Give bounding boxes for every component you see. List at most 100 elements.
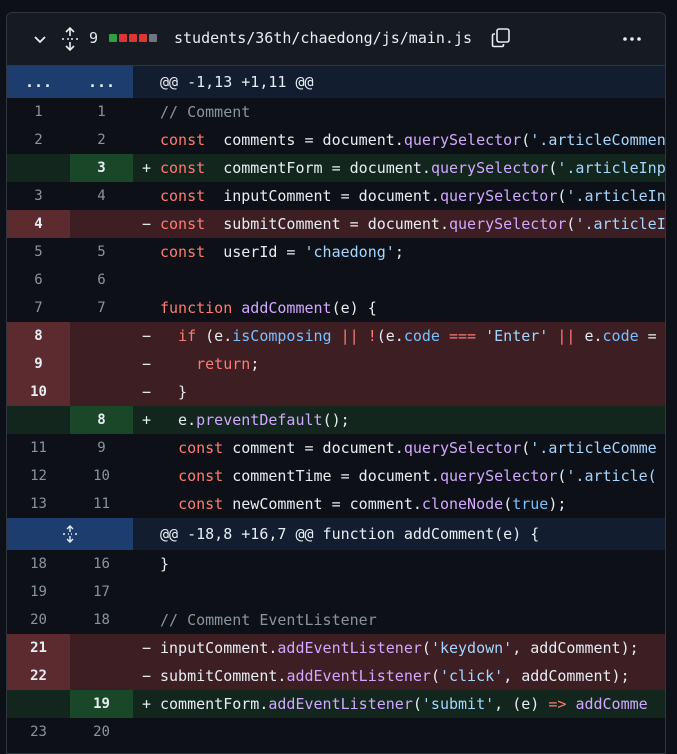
new-line-number[interactable] xyxy=(70,634,133,662)
old-line-number[interactable]: 9 xyxy=(7,350,70,378)
old-line-number[interactable]: 18 xyxy=(7,550,70,578)
deleted-line: 4 − const submitComment = document.querySe… xyxy=(7,210,665,238)
old-line-number[interactable]: 8 xyxy=(7,322,70,350)
old-line-number[interactable]: 11 xyxy=(7,434,70,462)
code-token: ( xyxy=(521,439,531,457)
code-token: e. xyxy=(160,411,197,429)
new-line-number[interactable]: 18 xyxy=(70,606,133,634)
old-line-number[interactable]: 20 xyxy=(7,606,70,634)
expand-down-button[interactable]: ... xyxy=(70,66,133,98)
old-line-number[interactable]: 3 xyxy=(7,182,70,210)
new-line-number[interactable]: 1 xyxy=(70,98,133,126)
code-token: // Comment EventListener xyxy=(160,611,377,629)
diff-marker xyxy=(133,434,160,462)
new-line-number[interactable] xyxy=(70,322,133,350)
copy-icon[interactable] xyxy=(491,28,511,48)
new-line-number[interactable]: 4 xyxy=(70,182,133,210)
code-token: 'keydown' xyxy=(430,639,513,657)
code-token: = xyxy=(638,327,657,345)
new-line-number[interactable]: 17 xyxy=(70,578,133,606)
code-token: const xyxy=(160,215,206,233)
code-token: '.articleComme xyxy=(530,439,657,457)
code-text: return; xyxy=(160,350,665,378)
old-line-number[interactable]: 6 xyxy=(7,266,70,294)
context-line: 13 11 const newComment = comment.cloneNod… xyxy=(7,490,665,518)
more-options-icon[interactable] xyxy=(622,31,642,47)
new-line-number[interactable]: 7 xyxy=(70,294,133,322)
old-line-number[interactable]: 1 xyxy=(7,98,70,126)
code-text: submitComment.addEventListener('click', … xyxy=(160,662,665,690)
new-line-number[interactable] xyxy=(70,378,133,406)
code-token: const xyxy=(178,439,224,457)
added-line: 19 + commentForm.addEventListener('submit'… xyxy=(7,690,665,718)
diffstat-square xyxy=(109,34,117,42)
old-line-number[interactable]: 13 xyxy=(7,490,70,518)
old-line-number[interactable]: 21 xyxy=(7,634,70,662)
code-token: } xyxy=(160,555,170,573)
code-token: ; xyxy=(250,355,260,373)
old-line-number[interactable] xyxy=(7,154,70,182)
old-line-number[interactable]: 4 xyxy=(7,210,70,238)
old-line-number[interactable] xyxy=(7,690,70,718)
code-token: commentForm. xyxy=(160,695,269,713)
context-line: 66 xyxy=(7,266,665,294)
expand-all-icon[interactable] xyxy=(60,27,80,51)
code-token: ; xyxy=(394,243,404,261)
code-token: addEventListener xyxy=(277,639,422,657)
old-line-number[interactable]: 7 xyxy=(7,294,70,322)
code-token: addComme xyxy=(575,695,648,713)
expand-up-button[interactable]: ... xyxy=(7,66,70,98)
old-line-number[interactable]: 22 xyxy=(7,662,70,690)
code-token: const xyxy=(160,243,206,261)
deleted-line: 9 − return; xyxy=(7,350,665,378)
hunk-header-row: ... ... @@ -1,13 +1,11 @@ xyxy=(7,66,665,98)
new-line-number[interactable]: 8 xyxy=(70,406,133,434)
diff-marker: + xyxy=(141,411,152,429)
new-line-number[interactable]: 2 xyxy=(70,126,133,154)
old-line-number[interactable]: 10 xyxy=(7,378,70,406)
expand-hunk-button[interactable] xyxy=(7,518,133,550)
code-token: '.articleCommen xyxy=(530,131,665,149)
code-token: code xyxy=(602,327,639,345)
code-token: 'submit' xyxy=(421,695,495,713)
old-line-number[interactable] xyxy=(7,406,70,434)
context-line: 2 2 const comments = document.querySelecto… xyxy=(7,126,665,154)
new-line-number[interactable]: 9 xyxy=(70,434,133,462)
code-text: } xyxy=(160,378,665,406)
old-line-number[interactable]: 12 xyxy=(7,462,70,490)
old-line-number[interactable]: 2 xyxy=(7,126,70,154)
file-header: 9 students/36th/chaedong/js/main.js xyxy=(7,13,665,66)
file-path-link[interactable]: students/36th/chaedong/js/main.js xyxy=(174,29,472,47)
new-line-number[interactable]: 19 xyxy=(70,690,133,718)
new-line-number[interactable] xyxy=(70,350,133,378)
code-token: comments = document. xyxy=(205,131,404,149)
new-line-number[interactable]: 20 xyxy=(70,718,133,746)
new-line-number[interactable]: 10 xyxy=(70,462,133,490)
new-line-number[interactable]: 5 xyxy=(70,238,133,266)
diff-marker xyxy=(133,462,160,490)
new-line-number[interactable]: 16 xyxy=(70,550,133,578)
code-text: function addComment(e) { xyxy=(160,294,665,322)
code-token: ( xyxy=(430,667,440,685)
new-line-number[interactable]: 6 xyxy=(70,266,133,294)
unfold-icon xyxy=(63,525,77,543)
code-token: addEventListener xyxy=(268,695,413,713)
diff-marker xyxy=(133,550,160,578)
new-line-number[interactable] xyxy=(70,662,133,690)
code-token: ); xyxy=(548,495,567,513)
deleted-line: 22 − submitComment.addEventListener('click… xyxy=(7,662,665,690)
old-line-number[interactable]: 23 xyxy=(7,718,70,746)
new-line-number[interactable]: 11 xyxy=(70,490,133,518)
chevron-down-icon[interactable] xyxy=(32,31,48,47)
new-line-number[interactable] xyxy=(70,210,133,238)
old-line-number[interactable]: 19 xyxy=(7,578,70,606)
new-line-number[interactable]: 3 xyxy=(70,154,133,182)
old-line-number[interactable]: 5 xyxy=(7,238,70,266)
diff-marker: + xyxy=(141,695,152,713)
code-text: const inputComment = document.querySelec… xyxy=(160,182,665,210)
diff-marker xyxy=(133,294,160,322)
diff-marker xyxy=(133,490,160,518)
code-token: const xyxy=(160,131,206,149)
